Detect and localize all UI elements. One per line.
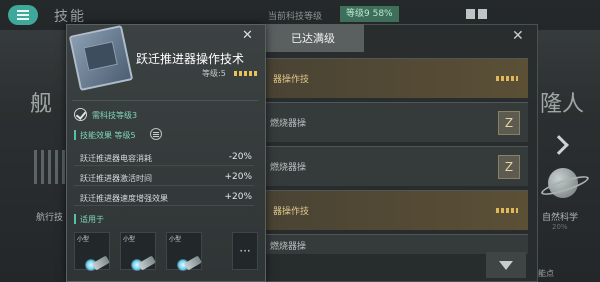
requirement-text: 需科技等级3 xyxy=(92,111,138,120)
skill-row[interactable]: 燃烧器操 xyxy=(262,234,528,254)
tech-level-value: 等级9 58% xyxy=(340,6,399,22)
effect-row: 跃迁推进器激活时间 +20% xyxy=(74,168,254,186)
section-marker xyxy=(74,130,76,140)
skill-title: 跃迁推进器操作技术 xyxy=(136,52,245,66)
ship-icon xyxy=(81,245,110,271)
equalizer-icon[interactable] xyxy=(150,128,162,140)
skill-row[interactable]: 燃烧器操 Z xyxy=(262,146,528,186)
maxed-level-tab[interactable]: 已达满级 xyxy=(262,24,364,52)
effect-value: +20% xyxy=(224,172,252,182)
filter-icon xyxy=(499,260,513,270)
level-pips xyxy=(496,208,518,213)
ship-size-tag: 小型 xyxy=(169,236,182,243)
ship-icon xyxy=(127,245,156,271)
skill-category-left-label: 航行技 xyxy=(36,213,64,223)
ship-slot[interactable]: 小型 xyxy=(166,232,202,271)
requirement-row: 需科技等级3 xyxy=(74,106,254,124)
menu-icon xyxy=(17,14,29,16)
skill-row[interactable]: 器操作技 xyxy=(262,58,528,98)
effect-label: 跃迁推进器速度增强效果 xyxy=(80,194,168,203)
skill-category-right-progress: 20% xyxy=(552,223,568,231)
category-heading-left: 舰 xyxy=(30,92,57,117)
skill-row-label: 器操作技 xyxy=(273,75,310,85)
effect-label: 跃迁推进器激活时间 xyxy=(80,174,152,183)
applies-title: 适用于 xyxy=(80,215,104,224)
more-ships-button[interactable]: ··· xyxy=(232,232,258,270)
skill-row-label: 器操作技 xyxy=(273,207,310,217)
section-marker xyxy=(74,214,76,224)
skill-book-icon xyxy=(68,24,134,92)
effect-row: 跃迁推进器速度增强效果 +20% xyxy=(74,188,254,206)
skill-row-label: 燃烧器操 xyxy=(270,119,307,129)
tech-level-label: 当前科技等级 xyxy=(268,12,323,22)
ship-icon xyxy=(173,245,202,271)
skill-points-label: 能点 xyxy=(538,269,554,278)
skill-row-label: 燃烧器操 xyxy=(270,163,307,173)
skill-row[interactable]: 器操作技 xyxy=(262,190,528,230)
planet-icon[interactable] xyxy=(548,168,578,198)
page-title: 技能 xyxy=(54,9,86,25)
skill-row-label: 燃烧器操 xyxy=(270,242,307,252)
list-close-icon[interactable]: ✕ xyxy=(512,28,524,44)
skill-level: 等级:5 xyxy=(202,69,226,78)
skill-row[interactable]: 燃烧器操 Z xyxy=(262,102,528,142)
effects-title: 技能效果 等级5 xyxy=(80,131,136,140)
divider xyxy=(72,100,258,101)
level-pips xyxy=(234,71,258,76)
skill-badge: Z xyxy=(498,155,520,179)
city-icon xyxy=(34,150,68,184)
ship-size-tag: 小型 xyxy=(123,236,136,243)
filter-button[interactable] xyxy=(486,252,526,278)
card-close-icon[interactable]: ✕ xyxy=(242,28,253,43)
effect-label: 跃迁推进器电容消耗 xyxy=(80,154,152,163)
skill-category-right-label: 自然科学 xyxy=(542,213,579,223)
view-toggle-icon[interactable] xyxy=(466,9,488,19)
ship-slot[interactable]: 小型 xyxy=(120,232,156,271)
ship-slot[interactable]: 小型 xyxy=(74,232,110,271)
category-heading-right: 隆人 xyxy=(540,92,585,117)
effect-value: -20% xyxy=(228,152,252,162)
level-pips xyxy=(496,76,518,81)
ship-size-tag: 小型 xyxy=(77,236,90,243)
effect-value: +20% xyxy=(224,192,252,202)
check-circle-icon xyxy=(74,108,87,121)
effect-row: 跃迁推进器电容消耗 -20% xyxy=(74,148,254,166)
skill-badge: Z xyxy=(498,111,520,135)
menu-button[interactable] xyxy=(8,5,38,25)
